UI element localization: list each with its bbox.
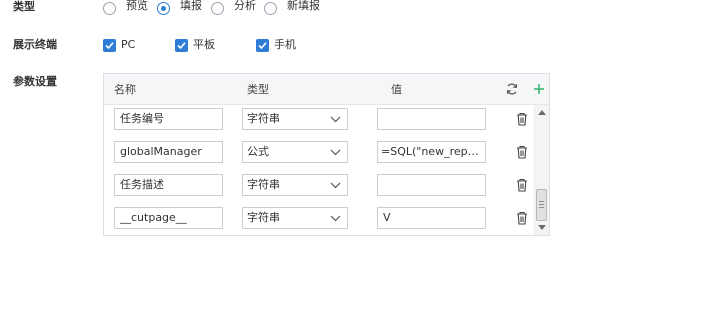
col-header-name: 名称 (114, 83, 136, 96)
grip-line (539, 204, 544, 205)
refresh-icon[interactable] (505, 82, 519, 96)
trash-icon[interactable] (516, 211, 528, 225)
param-type-value: 字符串 (247, 112, 280, 125)
radio-fill-label[interactable]: 填报 (180, 0, 202, 13)
checkbox-pc-label[interactable]: PC (121, 38, 135, 52)
param-value-input[interactable]: V (377, 207, 486, 229)
param-value-input[interactable]: =SQL("new_report... (377, 141, 486, 163)
param-table-header: 名称 类型 值 (104, 74, 549, 105)
param-name-input[interactable]: globalManager (114, 141, 223, 163)
chevron-down-icon (330, 149, 341, 156)
radio-preview[interactable] (103, 2, 116, 15)
scroll-up-arrow-icon[interactable] (538, 110, 546, 115)
type-radio-group: 预览 填报 分析 新填报 (0, 0, 400, 19)
param-type-value: 公式 (247, 145, 269, 158)
grip-line (539, 201, 544, 202)
radio-preview-label[interactable]: 预览 (126, 0, 148, 13)
vertical-scrollbar[interactable] (534, 105, 549, 235)
col-header-value: 值 (391, 83, 402, 96)
param-type-value: 字符串 (247, 178, 280, 191)
radio-fill[interactable] (157, 2, 170, 15)
scroll-down-arrow-icon[interactable] (538, 225, 546, 230)
param-type-select[interactable]: 公式 (242, 141, 348, 163)
check-icon (258, 42, 267, 50)
terminal-label: 展示终端 (13, 38, 57, 51)
checkbox-tablet-label[interactable]: 平板 (193, 38, 215, 52)
param-type-select[interactable]: 字符串 (242, 174, 348, 196)
radio-new-fill[interactable] (264, 2, 277, 15)
trash-icon[interactable] (516, 145, 528, 159)
chevron-down-icon (330, 215, 341, 222)
param-name-input[interactable]: 任务描述 (114, 174, 223, 196)
trash-icon[interactable] (516, 112, 528, 126)
param-name-input[interactable]: __cutpage__ (114, 207, 223, 229)
param-type-select[interactable]: 字符串 (242, 108, 348, 130)
param-label: 参数设置 (13, 75, 57, 88)
grip-line (539, 207, 544, 208)
chevron-down-icon (330, 116, 341, 123)
check-icon (177, 42, 186, 50)
checkbox-pc[interactable] (103, 39, 116, 52)
plus-icon[interactable] (532, 82, 546, 96)
checkbox-tablet[interactable] (175, 39, 188, 52)
param-value-input[interactable] (377, 108, 486, 130)
radio-new-fill-label[interactable]: 新填报 (287, 0, 320, 13)
param-type-select[interactable]: 字符串 (242, 207, 348, 229)
col-header-type: 类型 (247, 83, 269, 96)
checkbox-phone-label[interactable]: 手机 (274, 38, 296, 52)
param-value-input[interactable] (377, 174, 486, 196)
scroll-thumb[interactable] (536, 189, 547, 221)
chevron-down-icon (330, 182, 341, 189)
check-icon (105, 42, 114, 50)
radio-analysis-label[interactable]: 分析 (234, 0, 256, 13)
param-name-input[interactable]: 任务编号 (114, 108, 223, 130)
trash-icon[interactable] (516, 178, 528, 192)
radio-analysis[interactable] (211, 2, 224, 15)
param-table: 名称 类型 值 任务编号 字符串 globalManager 公式 =SQL("… (103, 73, 550, 236)
checkbox-phone[interactable] (256, 39, 269, 52)
param-type-value: 字符串 (247, 211, 280, 224)
